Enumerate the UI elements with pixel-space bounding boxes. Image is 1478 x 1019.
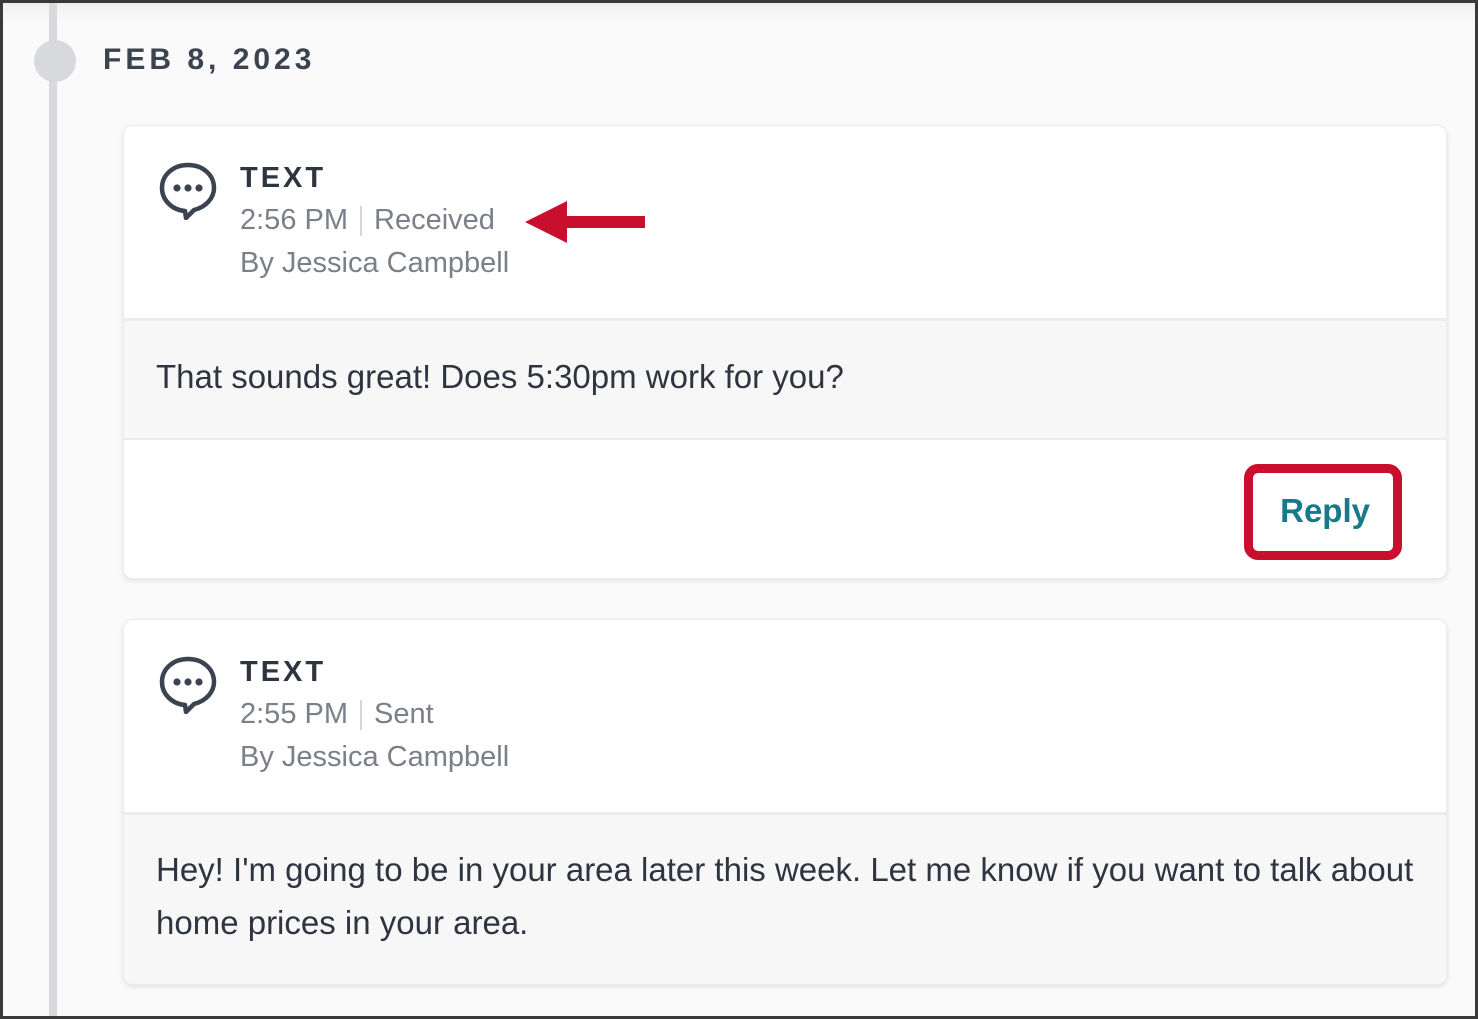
message-header: TEXT 2:56 PM Received By Jessica Campbel…: [124, 126, 1446, 318]
meta-divider: [360, 205, 362, 236]
message-status: Sent: [374, 698, 434, 730]
message-author: By Jessica Campbell: [240, 741, 510, 773]
message-header: TEXT 2:55 PM Sent By Jessica Campbell: [124, 620, 1446, 812]
timeline-dot: [34, 40, 76, 82]
message-text: That sounds great! Does 5:30pm work for …: [156, 358, 844, 395]
message-author: By Jessica Campbell: [240, 247, 510, 279]
message-body: That sounds great! Does 5:30pm work for …: [124, 318, 1446, 438]
message-type: TEXT: [240, 656, 327, 688]
top-shadow: [3, 3, 1475, 25]
timeline-date: FEB 8, 2023: [103, 43, 316, 76]
meta-divider: [360, 699, 362, 730]
timeline-line: [49, 3, 57, 1016]
chat-bubble-icon: [159, 162, 217, 220]
message-card-sent: TEXT 2:55 PM Sent By Jessica Campbell He…: [123, 619, 1447, 985]
message-type: TEXT: [240, 162, 327, 194]
message-meta: 2:56 PM Received: [240, 204, 495, 237]
message-status: Received: [374, 204, 495, 236]
message-time: 2:56 PM: [240, 204, 348, 236]
message-card-received: TEXT 2:56 PM Received By Jessica Campbel…: [123, 125, 1447, 579]
message-time: 2:55 PM: [240, 698, 348, 730]
timeline-panel: FEB 8, 2023 TEXT 2:56 PM Received By Jes…: [0, 0, 1478, 1019]
message-meta: 2:55 PM Sent: [240, 698, 434, 731]
message-text: Hey! I'm going to be in your area later …: [156, 851, 1414, 941]
annotation-highlight-box: [1244, 464, 1402, 560]
annotation-arrow-icon: [525, 201, 645, 243]
chat-bubble-icon: [159, 656, 217, 714]
message-body: Hey! I'm going to be in your area later …: [124, 812, 1446, 984]
message-actions: Reply: [124, 438, 1446, 578]
